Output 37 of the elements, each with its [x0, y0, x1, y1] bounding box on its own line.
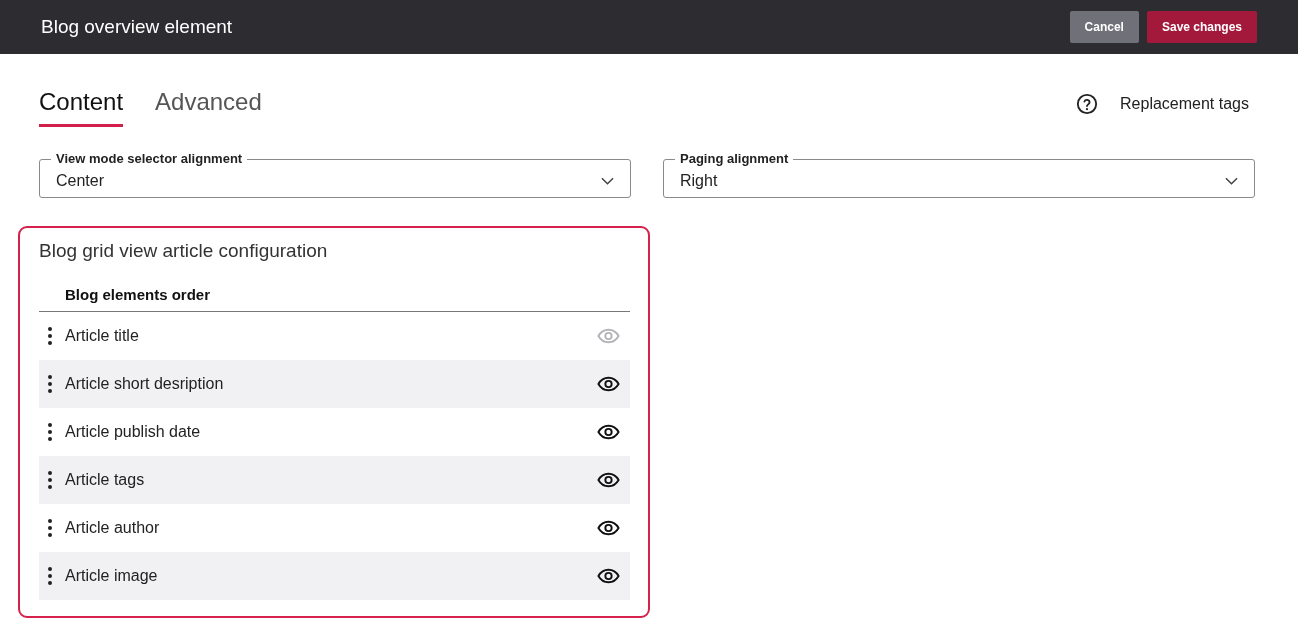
row-label: Article tags	[65, 471, 146, 489]
row-label: Article image	[65, 567, 159, 585]
chevron-down-icon	[601, 176, 614, 185]
save-button[interactable]: Save changes	[1146, 11, 1257, 43]
drag-handle-icon[interactable]	[48, 327, 52, 345]
drag-handle-icon[interactable]	[48, 375, 52, 393]
field-label: View mode selector alignment	[55, 150, 244, 168]
field-value: Center	[56, 171, 106, 190]
field-value: Right	[680, 171, 719, 190]
cancel-button[interactable]: Cancel	[1069, 11, 1139, 43]
tab[interactable]: Advanced	[155, 88, 262, 127]
eye-icon[interactable]	[597, 424, 620, 440]
list-row[interactable]: Article image	[39, 552, 630, 600]
eye-icon[interactable]	[597, 376, 620, 392]
row-label: Article title	[65, 327, 140, 345]
chevron-down-icon	[1225, 176, 1238, 185]
drag-handle-icon[interactable]	[48, 471, 52, 489]
row-label: Article publish date	[65, 423, 202, 441]
drag-handle-icon[interactable]	[48, 423, 52, 441]
list-header: Blog elements order	[39, 286, 630, 312]
tab[interactable]: Content	[39, 88, 124, 127]
drag-handle-icon[interactable]	[48, 519, 52, 537]
list-row[interactable]: Article author	[39, 504, 630, 552]
field-label: Paging alignment	[679, 150, 790, 168]
help-icon[interactable]	[1076, 93, 1099, 115]
card-title: Blog grid view article configuration	[39, 240, 329, 262]
drag-handle-icon[interactable]	[48, 567, 52, 585]
list-row[interactable]: Article short desription	[39, 360, 630, 408]
eye-icon[interactable]	[597, 472, 620, 488]
list-row[interactable]: Article tags	[39, 456, 630, 504]
row-label: Article short desription	[65, 375, 225, 393]
list-row[interactable]: Article publish date	[39, 408, 630, 456]
eye-icon[interactable]	[597, 568, 620, 584]
row-label: Article author	[65, 519, 161, 537]
replacement-tags-button[interactable]: Replacement tags	[1120, 95, 1249, 113]
eye-icon[interactable]	[597, 520, 620, 536]
window-title: Blog overview element	[41, 16, 233, 38]
